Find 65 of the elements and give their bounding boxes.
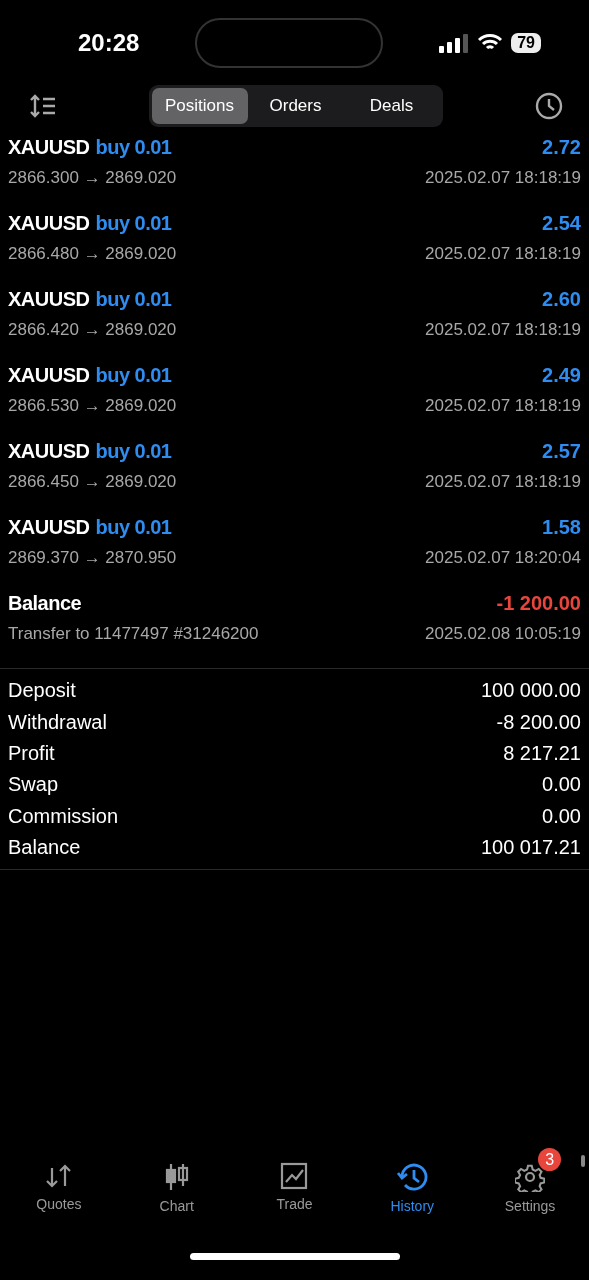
summary-label: Swap (8, 773, 59, 797)
battery-level: 79 (511, 33, 541, 53)
deal-symbol: XAUUSD (8, 364, 90, 387)
candlestick-icon (163, 1162, 190, 1192)
clock-icon[interactable] (535, 92, 563, 120)
deal-time: 2025.02.08 10:05:19 (425, 624, 581, 644)
summary-value: 100 000.00 (480, 679, 581, 703)
deal-profit: -1 200.00 (495, 592, 581, 615)
deal-time: 2025.02.07 18:18:19 (425, 168, 581, 188)
tab-bar-item[interactable]: Chart (126, 1148, 227, 1232)
deal-symbol: XAUUSD (8, 516, 90, 539)
segment-tab[interactable]: Deals (343, 88, 440, 124)
summary-label: Withdrawal (8, 710, 107, 734)
deal-details: 2866.450 → 2869.020 (8, 472, 178, 492)
summary-label: Commission (8, 804, 119, 828)
sort-icon[interactable] (30, 94, 56, 118)
deal-time: 2025.02.07 18:18:19 (425, 396, 581, 416)
summary-value: 0.00 (542, 804, 581, 828)
deal-type: buy 0.01 (95, 364, 172, 387)
deal-symbol: XAUUSD (8, 212, 90, 235)
deal-time: 2025.02.07 18:18:19 (425, 244, 581, 264)
segment-tab[interactable]: Positions (151, 88, 248, 124)
settings-icon (515, 1162, 546, 1192)
deal-type: buy 0.01 (95, 516, 172, 539)
summary-label: Balance (8, 836, 81, 860)
deal-type: buy 0.01 (95, 440, 172, 463)
deal-type: buy 0.01 (95, 212, 172, 235)
deal-profit: 2.57 (541, 440, 581, 463)
summary-value: 0.00 (542, 773, 581, 797)
summary-value: 100 017.21 (480, 836, 581, 860)
tab-bar-item[interactable]: Quotes (8, 1148, 109, 1232)
tab-bar-item[interactable]: Settings 3 (480, 1148, 581, 1232)
summary-label: Profit (8, 741, 55, 765)
deal-details: 2866.480 → 2869.020 (8, 244, 178, 264)
tab-bar-item[interactable]: Trade (244, 1148, 345, 1232)
line-chart-icon (280, 1162, 309, 1190)
deal-symbol: XAUUSD (8, 288, 90, 311)
deal-details: Transfer to 11477497 #31246200 (8, 624, 260, 644)
history-icon (396, 1162, 429, 1192)
scroll-indicator (581, 1155, 585, 1167)
deal-profit: 2.54 (541, 212, 581, 235)
deal-details: 2866.420 → 2869.020 (8, 320, 178, 340)
deal-title: Balance (8, 592, 82, 615)
segment-tab[interactable]: Orders (247, 88, 344, 124)
signal-icon (439, 33, 470, 53)
deal-time: 2025.02.07 18:20:04 (425, 548, 581, 568)
deal-symbol: XAUUSD (8, 136, 90, 159)
deal-type: buy 0.01 (95, 288, 172, 311)
deal-profit: 1.58 (541, 516, 581, 539)
deal-time: 2025.02.07 18:18:19 (425, 320, 581, 340)
deal-symbol: XAUUSD (8, 440, 90, 463)
deal-details: 2866.530 → 2869.020 (8, 396, 178, 416)
summary-value: -8 200.00 (496, 710, 581, 734)
tab-bar-item[interactable]: History (362, 1148, 463, 1232)
deal-details: 2869.370 → 2870.950 (8, 548, 178, 568)
deal-details: 2866.300 → 2869.020 (8, 168, 178, 188)
deal-type: buy 0.01 (95, 136, 172, 159)
deal-time: 2025.02.07 18:18:19 (425, 472, 581, 492)
summary-value: 8 217.21 (503, 741, 581, 765)
status-time: 20:28 (78, 29, 140, 57)
summary-label: Deposit (8, 679, 76, 703)
notification-badge: 3 (538, 1148, 562, 1171)
deal-profit: 2.49 (541, 364, 581, 387)
deal-profit: 2.72 (541, 136, 581, 159)
deal-profit: 2.60 (541, 288, 581, 311)
